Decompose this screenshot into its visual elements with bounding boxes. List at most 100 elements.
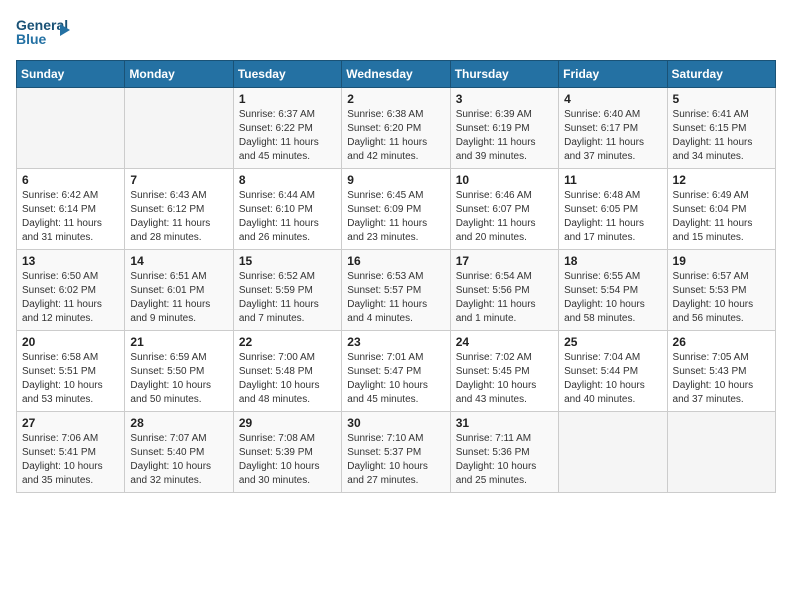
- day-number: 25: [564, 335, 661, 349]
- calendar-cell: [667, 412, 775, 493]
- calendar-cell: 31 Sunrise: 7:11 AM Sunset: 5:36 PM Dayli…: [450, 412, 558, 493]
- calendar-cell: 14 Sunrise: 6:51 AM Sunset: 6:01 PM Dayli…: [125, 250, 233, 331]
- calendar-cell: 4 Sunrise: 6:40 AM Sunset: 6:17 PM Daylig…: [559, 88, 667, 169]
- day-number: 15: [239, 254, 336, 268]
- day-detail: Sunrise: 6:42 AM Sunset: 6:14 PM Dayligh…: [22, 189, 119, 245]
- calendar-cell: 7Sunrise: 6:43 AM Sunset: 6:12 PM Daylig…: [125, 169, 233, 250]
- day-number: 31: [456, 416, 553, 430]
- calendar-cell: 2 Sunrise: 6:38 AM Sunset: 6:20 PM Daylig…: [342, 88, 450, 169]
- day-number: 12: [673, 173, 770, 187]
- day-number: 9: [347, 173, 444, 187]
- calendar-cell: 13 Sunrise: 6:50 AM Sunset: 6:02 PM Dayli…: [17, 250, 125, 331]
- weekday-header-monday: Monday: [125, 61, 233, 88]
- weekday-header-friday: Friday: [559, 61, 667, 88]
- calendar-cell: 19 Sunrise: 6:57 AM Sunset: 5:53 PM Dayli…: [667, 250, 775, 331]
- day-number: 20: [22, 335, 119, 349]
- day-detail: Sunrise: 7:07 AM Sunset: 5:40 PM Dayligh…: [130, 432, 227, 488]
- day-number: 28: [130, 416, 227, 430]
- day-detail: Sunrise: 6:44 AM Sunset: 6:10 PM Dayligh…: [239, 189, 336, 245]
- day-number: 10: [456, 173, 553, 187]
- day-detail: Sunrise: 6:57 AM Sunset: 5:53 PM Dayligh…: [673, 270, 770, 326]
- day-detail: Sunrise: 7:10 AM Sunset: 5:37 PM Dayligh…: [347, 432, 444, 488]
- calendar-cell: 24 Sunrise: 7:02 AM Sunset: 5:45 PM Dayli…: [450, 331, 558, 412]
- weekday-header-sunday: Sunday: [17, 61, 125, 88]
- calendar-cell: 21 Sunrise: 6:59 AM Sunset: 5:50 PM Dayli…: [125, 331, 233, 412]
- day-number: 29: [239, 416, 336, 430]
- header: GeneralBlue: [16, 16, 776, 52]
- day-detail: Sunrise: 7:01 AM Sunset: 5:47 PM Dayligh…: [347, 351, 444, 407]
- day-detail: Sunrise: 6:51 AM Sunset: 6:01 PM Dayligh…: [130, 270, 227, 326]
- week-row-3: 13 Sunrise: 6:50 AM Sunset: 6:02 PM Dayli…: [17, 250, 776, 331]
- calendar-cell: 30 Sunrise: 7:10 AM Sunset: 5:37 PM Dayli…: [342, 412, 450, 493]
- day-detail: Sunrise: 7:05 AM Sunset: 5:43 PM Dayligh…: [673, 351, 770, 407]
- day-number: 17: [456, 254, 553, 268]
- day-number: 13: [22, 254, 119, 268]
- day-number: 4: [564, 92, 661, 106]
- weekday-header-row: SundayMondayTuesdayWednesdayThursdayFrid…: [17, 61, 776, 88]
- calendar-cell: 15 Sunrise: 6:52 AM Sunset: 5:59 PM Dayli…: [233, 250, 341, 331]
- weekday-header-thursday: Thursday: [450, 61, 558, 88]
- calendar-cell: 12Sunrise: 6:49 AM Sunset: 6:04 PM Dayli…: [667, 169, 775, 250]
- calendar-cell: 28 Sunrise: 7:07 AM Sunset: 5:40 PM Dayli…: [125, 412, 233, 493]
- day-number: 24: [456, 335, 553, 349]
- day-number: 22: [239, 335, 336, 349]
- calendar: SundayMondayTuesdayWednesdayThursdayFrid…: [16, 60, 776, 493]
- day-number: 26: [673, 335, 770, 349]
- calendar-cell: 10 Sunrise: 6:46 AM Sunset: 6:07 PM Dayli…: [450, 169, 558, 250]
- day-number: 18: [564, 254, 661, 268]
- day-number: 14: [130, 254, 227, 268]
- calendar-cell: 6Sunrise: 6:42 AM Sunset: 6:14 PM Daylig…: [17, 169, 125, 250]
- day-number: 2: [347, 92, 444, 106]
- day-detail: Sunrise: 6:38 AM Sunset: 6:20 PM Dayligh…: [347, 108, 444, 164]
- day-number: 23: [347, 335, 444, 349]
- day-detail: Sunrise: 6:40 AM Sunset: 6:17 PM Dayligh…: [564, 108, 661, 164]
- calendar-cell: 26 Sunrise: 7:05 AM Sunset: 5:43 PM Dayli…: [667, 331, 775, 412]
- calendar-cell: 23 Sunrise: 7:01 AM Sunset: 5:47 PM Dayli…: [342, 331, 450, 412]
- calendar-cell: 5 Sunrise: 6:41 AM Sunset: 6:15 PM Daylig…: [667, 88, 775, 169]
- logo: GeneralBlue: [16, 16, 72, 52]
- calendar-cell: 9 Sunrise: 6:45 AM Sunset: 6:09 PM Daylig…: [342, 169, 450, 250]
- day-number: 16: [347, 254, 444, 268]
- day-detail: Sunrise: 6:46 AM Sunset: 6:07 PM Dayligh…: [456, 189, 553, 245]
- calendar-cell: 20 Sunrise: 6:58 AM Sunset: 5:51 PM Dayli…: [17, 331, 125, 412]
- weekday-header-wednesday: Wednesday: [342, 61, 450, 88]
- day-detail: Sunrise: 6:45 AM Sunset: 6:09 PM Dayligh…: [347, 189, 444, 245]
- day-detail: Sunrise: 6:41 AM Sunset: 6:15 PM Dayligh…: [673, 108, 770, 164]
- calendar-cell: 16 Sunrise: 6:53 AM Sunset: 5:57 PM Dayli…: [342, 250, 450, 331]
- calendar-cell: 22 Sunrise: 7:00 AM Sunset: 5:48 PM Dayli…: [233, 331, 341, 412]
- day-detail: Sunrise: 6:59 AM Sunset: 5:50 PM Dayligh…: [130, 351, 227, 407]
- svg-text:Blue: Blue: [16, 31, 47, 47]
- calendar-cell: 3 Sunrise: 6:39 AM Sunset: 6:19 PM Daylig…: [450, 88, 558, 169]
- calendar-cell: [125, 88, 233, 169]
- calendar-cell: 11Sunrise: 6:48 AM Sunset: 6:05 PM Dayli…: [559, 169, 667, 250]
- day-detail: Sunrise: 6:53 AM Sunset: 5:57 PM Dayligh…: [347, 270, 444, 326]
- day-detail: Sunrise: 6:52 AM Sunset: 5:59 PM Dayligh…: [239, 270, 336, 326]
- day-number: 19: [673, 254, 770, 268]
- day-number: 1: [239, 92, 336, 106]
- day-number: 27: [22, 416, 119, 430]
- day-detail: Sunrise: 7:06 AM Sunset: 5:41 PM Dayligh…: [22, 432, 119, 488]
- day-detail: Sunrise: 6:58 AM Sunset: 5:51 PM Dayligh…: [22, 351, 119, 407]
- day-number: 7: [130, 173, 227, 187]
- calendar-cell: 8 Sunrise: 6:44 AM Sunset: 6:10 PM Daylig…: [233, 169, 341, 250]
- day-detail: Sunrise: 7:02 AM Sunset: 5:45 PM Dayligh…: [456, 351, 553, 407]
- day-detail: Sunrise: 6:37 AM Sunset: 6:22 PM Dayligh…: [239, 108, 336, 164]
- day-number: 8: [239, 173, 336, 187]
- day-number: 30: [347, 416, 444, 430]
- day-detail: Sunrise: 6:55 AM Sunset: 5:54 PM Dayligh…: [564, 270, 661, 326]
- day-detail: Sunrise: 6:39 AM Sunset: 6:19 PM Dayligh…: [456, 108, 553, 164]
- week-row-5: 27 Sunrise: 7:06 AM Sunset: 5:41 PM Dayli…: [17, 412, 776, 493]
- day-number: 5: [673, 92, 770, 106]
- calendar-cell: 25Sunrise: 7:04 AM Sunset: 5:44 PM Dayli…: [559, 331, 667, 412]
- day-detail: Sunrise: 6:48 AM Sunset: 6:05 PM Dayligh…: [564, 189, 661, 245]
- day-number: 21: [130, 335, 227, 349]
- weekday-header-tuesday: Tuesday: [233, 61, 341, 88]
- day-detail: Sunrise: 6:54 AM Sunset: 5:56 PM Dayligh…: [456, 270, 553, 326]
- calendar-cell: 27 Sunrise: 7:06 AM Sunset: 5:41 PM Dayli…: [17, 412, 125, 493]
- calendar-cell: 1 Sunrise: 6:37 AM Sunset: 6:22 PM Daylig…: [233, 88, 341, 169]
- day-detail: Sunrise: 7:00 AM Sunset: 5:48 PM Dayligh…: [239, 351, 336, 407]
- day-detail: Sunrise: 7:11 AM Sunset: 5:36 PM Dayligh…: [456, 432, 553, 488]
- day-detail: Sunrise: 6:50 AM Sunset: 6:02 PM Dayligh…: [22, 270, 119, 326]
- day-number: 3: [456, 92, 553, 106]
- calendar-cell: 29Sunrise: 7:08 AM Sunset: 5:39 PM Dayli…: [233, 412, 341, 493]
